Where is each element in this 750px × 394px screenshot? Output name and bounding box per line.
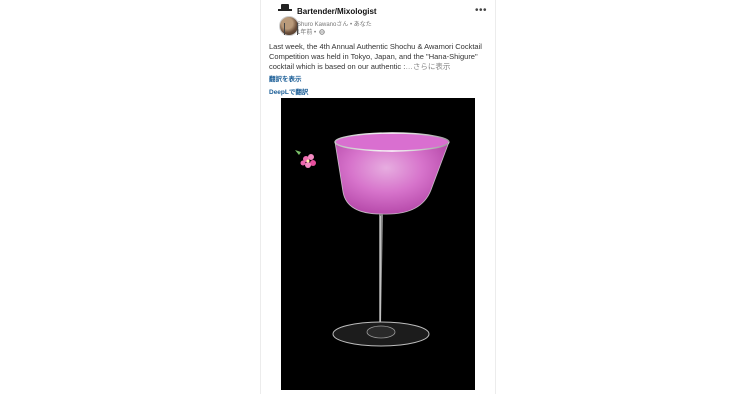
post-time-row: 1年前 • (297, 27, 325, 36)
hat-brim (278, 9, 292, 11)
deepl-translate-link[interactable]: DeepLで翻訳 (269, 86, 308, 96)
post-header: Bartender/Mixologist Shuro Kawanoさん • あな… (261, 0, 495, 40)
see-more-link[interactable]: …さらに表示 (405, 62, 450, 71)
page-name[interactable]: Bartender/Mixologist (297, 7, 377, 16)
bartender-avatar-icon[interactable] (269, 4, 299, 36)
post-body: Last week, the 4th Annual Authentic Shoc… (269, 42, 491, 72)
post-time[interactable]: 1年前 • (297, 30, 316, 36)
globe-icon (319, 29, 325, 35)
post-card: Bartender/Mixologist Shuro Kawanoさん • あな… (260, 0, 496, 394)
avatar[interactable] (279, 16, 299, 36)
avatar-detail (284, 23, 298, 35)
more-options-icon[interactable]: ••• (475, 6, 487, 16)
post-photo[interactable] (281, 98, 475, 390)
translate-link[interactable]: 翻訳を表示 (269, 73, 302, 83)
cocktail-glass-image (295, 132, 450, 347)
